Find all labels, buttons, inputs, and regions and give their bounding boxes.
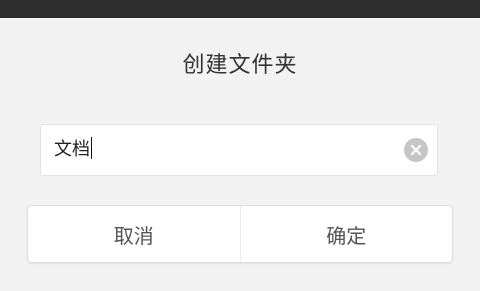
status-bar [0, 0, 480, 18]
clear-icon[interactable] [404, 138, 428, 162]
clear-x-glyph [410, 144, 422, 156]
text-caret [91, 137, 92, 159]
dialog-button-row: 取消 确定 [27, 205, 453, 263]
confirm-button[interactable]: 确定 [239, 206, 453, 262]
folder-name-input-value[interactable]: 文档 [54, 125, 92, 175]
cancel-button[interactable]: 取消 [28, 206, 240, 262]
folder-name-input[interactable]: 文档 [40, 124, 438, 176]
input-value-text: 文档 [54, 139, 90, 160]
create-folder-dialog: 创建文件夹 文档 取消 确定 [0, 18, 480, 291]
dialog-title: 创建文件夹 [182, 53, 298, 78]
